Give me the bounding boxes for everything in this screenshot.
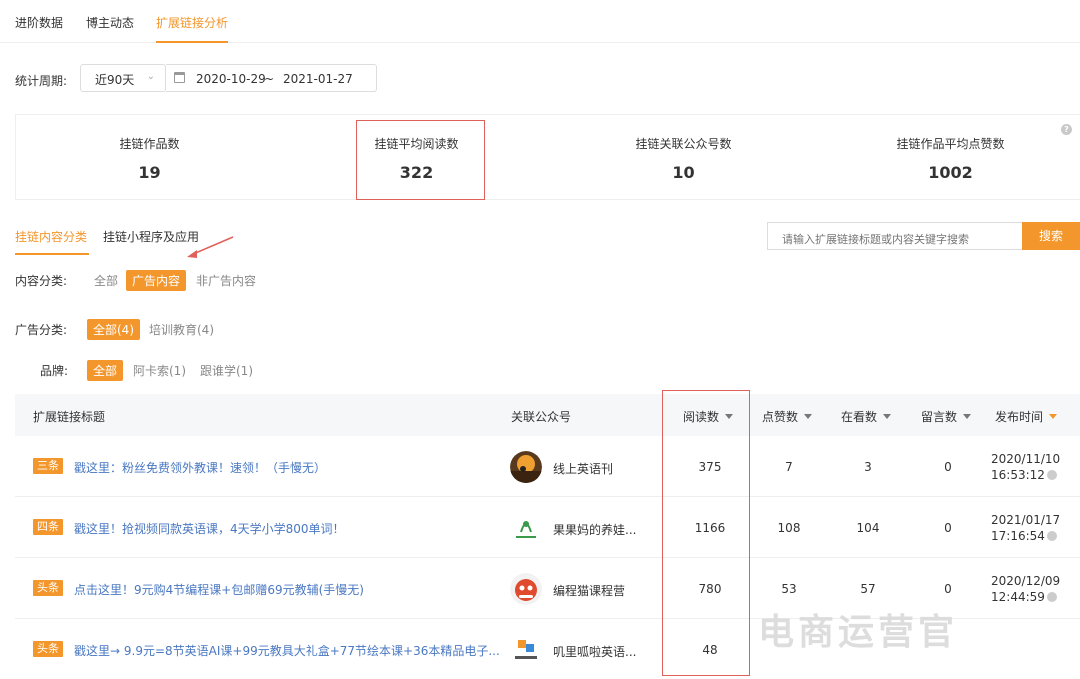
filter-option-akaso[interactable]: 阿卡索(1) [133, 362, 186, 379]
position-tag: 三条 [33, 458, 63, 474]
stat-value: 1002 [928, 163, 973, 182]
account-name[interactable]: 叽里呱啦英语... [553, 643, 636, 660]
stats-panel: 挂链作品数 19 挂链平均阅读数 322 挂链关联公众号数 10 挂链作品平均点… [15, 114, 1080, 200]
viewing-value: 3 [864, 460, 872, 474]
stat-linked-accounts: 挂链关联公众号数 10 [550, 115, 817, 199]
chevron-down-icon: ⌄ [146, 71, 155, 82]
help-icon[interactable]: ? [1061, 124, 1072, 135]
col-time[interactable]: 发布时间 [995, 408, 1058, 425]
likes-value: 108 [777, 521, 801, 535]
likes-value: 53 [781, 582, 797, 596]
publish-date: 2021/01/17 [991, 513, 1061, 527]
filter-option-education[interactable]: 培训教育(4) [149, 321, 214, 338]
top-tab-bar: 进阶数据 博主动态 扩展链接分析 [0, 0, 1080, 43]
annotation-arrow-icon [187, 236, 234, 258]
col-viewing[interactable]: 在看数 [841, 408, 892, 425]
info-icon[interactable] [1046, 592, 1057, 602]
col-title: 扩展链接标题 [33, 410, 106, 424]
position-tag: 头条 [33, 580, 63, 596]
period-label: 统计周期: [15, 74, 68, 88]
col-account: 关联公众号 [511, 410, 572, 424]
stat-label: 挂链作品平均点赞数 [896, 137, 1005, 151]
tab-link-analysis[interactable]: 扩展链接分析 [156, 14, 229, 43]
filter-option-all[interactable]: 全部 [94, 272, 118, 289]
filter-option-ad-content[interactable]: 广告内容 [126, 270, 187, 291]
start-date: 2020-10-29 [196, 72, 266, 86]
table-header: 扩展链接标题 关联公众号 阅读数 点赞数 在看数 留言数 发布时间 [15, 394, 1080, 436]
publish-time: 2021/01/17 17:16:54 [991, 512, 1060, 544]
content-filter-label: 内容分类: [15, 274, 68, 288]
stat-label: 挂链关联公众号数 [635, 137, 732, 151]
col-time-label: 发布时间 [995, 410, 1044, 424]
position-tag: 四条 [33, 519, 63, 535]
account-avatar [510, 634, 542, 666]
stat-value: 19 [138, 163, 161, 182]
search-button[interactable]: 搜索 [1022, 222, 1080, 250]
position-tag: 头条 [33, 641, 63, 657]
filter-option-non-ad[interactable]: 非广告内容 [196, 272, 256, 289]
publish-clock: 17:16:54 [991, 529, 1045, 543]
comments-value: 0 [944, 582, 952, 596]
date-separator: ~ [264, 72, 275, 86]
stat-label: 挂链作品数 [119, 137, 180, 151]
calendar-icon [174, 72, 185, 83]
account-avatar [510, 451, 542, 483]
active-tab-underline [15, 253, 89, 255]
highlight-box [356, 120, 485, 200]
account-avatar [510, 573, 542, 605]
highlight-box [662, 390, 750, 676]
period-select[interactable]: 近90天 ⌄ [80, 64, 166, 92]
account-name[interactable]: 线上英语刊 [553, 460, 613, 477]
account-name[interactable]: 果果妈的养娃... [553, 521, 636, 538]
link-title[interactable]: 戳这里：粉丝免费领外教课！速领！（手慢无） [74, 459, 326, 476]
table-row: 三条 戳这里：粉丝免费领外教课！速领！（手慢无） 线上英语刊 375 7 3 0… [15, 436, 1080, 497]
viewing-value: 104 [856, 521, 880, 535]
col-comments-label: 留言数 [921, 410, 958, 424]
tab-blogger-activity[interactable]: 博主动态 [86, 14, 134, 31]
col-likes[interactable]: 点赞数 [762, 408, 813, 425]
publish-time: 2020/12/09 12:44:59 [991, 573, 1060, 605]
date-range-picker[interactable]: 2020-10-29 ~ 2021-01-27 [166, 64, 377, 92]
publish-date: 2020/12/09 [991, 574, 1061, 588]
publish-date: 2020/11/10 [991, 452, 1061, 466]
tab-advanced-data[interactable]: 进阶数据 [15, 14, 63, 31]
ad-filter-label: 广告分类: [15, 323, 68, 337]
table-row: 四条 戳这里！抢视频同款英语课，4天学小学800单词！ 果果妈的养娃... 11… [15, 497, 1080, 558]
sort-caret-icon [963, 414, 972, 419]
comments-value: 0 [944, 521, 952, 535]
sort-caret-icon [804, 414, 813, 419]
col-likes-label: 点赞数 [762, 410, 799, 424]
search-input[interactable] [767, 222, 1022, 250]
end-date: 2021-01-27 [283, 72, 353, 86]
account-avatar [510, 512, 542, 544]
account-name[interactable]: 编程猫课程营 [553, 582, 625, 599]
publish-clock: 16:53:12 [991, 468, 1045, 482]
filter-option-ad-all[interactable]: 全部(4) [87, 319, 140, 340]
stat-avg-likes: 挂链作品平均点赞数 1002 [817, 115, 1080, 199]
stat-linked-works: 挂链作品数 19 [16, 115, 283, 199]
tab-content-category[interactable]: 挂链内容分类 [15, 228, 87, 245]
publish-time: 2020/11/10 16:53:12 [991, 451, 1060, 483]
likes-value: 7 [785, 460, 793, 474]
brand-filter-label: 品牌: [40, 364, 69, 378]
link-title[interactable]: 戳这里！抢视频同款英语课，4天学小学800单词！ [74, 520, 345, 537]
stat-value: 10 [672, 163, 695, 182]
filter-option-genshuixue[interactable]: 跟谁学(1) [200, 362, 253, 379]
col-comments[interactable]: 留言数 [921, 408, 972, 425]
watermark: 电商运营官 [758, 611, 959, 653]
info-icon[interactable] [1046, 531, 1057, 541]
info-icon[interactable] [1046, 470, 1057, 480]
viewing-value: 57 [860, 582, 876, 596]
filter-option-brand-all[interactable]: 全部 [87, 360, 124, 381]
link-title[interactable]: 点击这里！9元购4节编程课+包邮赠69元教辅(手慢无) [74, 581, 364, 598]
col-viewing-label: 在看数 [841, 410, 878, 424]
link-title[interactable]: 戳这里→ 9.9元=8节英语AI课+99元教具大礼盒+77节绘本课+36本精品电… [74, 642, 500, 659]
period-select-value: 近90天 [95, 73, 135, 87]
sort-caret-icon [883, 414, 892, 419]
publish-clock: 12:44:59 [991, 590, 1045, 604]
comments-value: 0 [944, 460, 952, 474]
sort-caret-icon [1049, 414, 1058, 419]
